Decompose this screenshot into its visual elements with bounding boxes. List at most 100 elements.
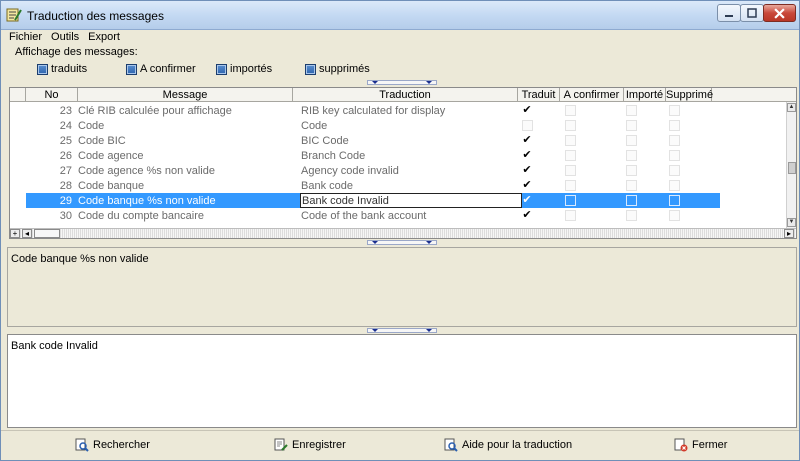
importe-checkbox[interactable]	[626, 150, 637, 161]
search-button-label: Rechercher	[93, 439, 150, 451]
a-confirmer-checkbox[interactable]	[565, 210, 576, 221]
row-number: 28	[59, 180, 72, 192]
table-row[interactable]: 23 Clé RIB calculée pour affichage RIB key…	[26, 103, 720, 118]
translation-text-panel[interactable]: Bank code Invalid	[7, 334, 797, 428]
column-header-message[interactable]: Message	[78, 88, 293, 102]
save-button[interactable]: Enregistrer	[274, 438, 346, 452]
scroll-left-button[interactable]: ◂	[22, 229, 32, 238]
menu-export[interactable]: Export	[83, 30, 124, 44]
a-confirmer-checkbox[interactable]	[565, 195, 576, 206]
importe-checkbox[interactable]	[626, 195, 637, 206]
row-translation: Code	[301, 120, 328, 132]
title-bar[interactable]: Traduction des messages	[1, 1, 799, 30]
a-confirmer-checkbox[interactable]	[565, 120, 576, 131]
close-button[interactable]: Fermer	[674, 438, 727, 452]
traduit-check-icon[interactable]: ✔	[521, 164, 533, 176]
traduit-check-icon[interactable]: ✔	[521, 134, 533, 146]
supprime-checkbox[interactable]	[669, 150, 680, 161]
importe-checkbox[interactable]	[626, 135, 637, 146]
grid-vertical-scrollbar[interactable]: ▲ ▼	[786, 102, 796, 228]
translation-help-button[interactable]: Aide pour la traduction	[444, 438, 572, 452]
row-number: 30	[59, 210, 72, 222]
minimize-button[interactable]	[717, 4, 741, 22]
menu-bar: Fichier Outils Export	[1, 30, 799, 44]
translation-text[interactable]: Bank code Invalid	[11, 340, 98, 352]
supprime-checkbox[interactable]	[669, 210, 680, 221]
importe-checkbox[interactable]	[626, 210, 637, 221]
grid-header: No Message Traduction Traduit A confirme…	[10, 88, 796, 102]
row-message: Code du compte bancaire	[78, 210, 204, 222]
filter-importes[interactable]: importés	[216, 63, 272, 75]
importe-checkbox[interactable]	[626, 165, 637, 176]
menu-outils[interactable]: Outils	[46, 30, 83, 44]
hscroll-thumb[interactable]	[34, 229, 60, 238]
a-confirmer-checkbox[interactable]	[565, 165, 576, 176]
traduit-checkbox[interactable]	[522, 120, 533, 131]
traduit-check-icon[interactable]: ✔	[521, 194, 533, 206]
filter-a-confirmer-checkbox[interactable]	[126, 63, 137, 75]
a-confirmer-checkbox[interactable]	[565, 150, 576, 161]
row-translation: BIC Code	[301, 135, 349, 147]
table-row[interactable]: 29 Code banque %s non valide Bank code Inv…	[26, 193, 720, 208]
table-row[interactable]: 24 Code Code	[26, 118, 720, 133]
save-button-label: Enregistrer	[292, 439, 346, 451]
splitter-grip-top[interactable]	[367, 80, 437, 85]
grid-horizontal-scrollbar[interactable]: + ◂ ▸	[10, 228, 796, 238]
splitter-grip-bottom[interactable]	[367, 328, 437, 333]
filter-importes-label: importés	[230, 63, 273, 75]
column-header-traduit[interactable]: Traduit	[518, 88, 560, 102]
row-translation: Code of the bank account	[301, 210, 427, 222]
a-confirmer-checkbox[interactable]	[565, 105, 576, 116]
table-row[interactable]: 30 Code du compte bancaire Code of the ban…	[26, 208, 720, 223]
supprime-checkbox[interactable]	[669, 105, 680, 116]
scroll-thumb[interactable]	[788, 162, 796, 174]
traduit-check-icon[interactable]: ✔	[521, 149, 533, 161]
source-text-panel: Code banque %s non valide	[7, 247, 797, 327]
close-window-button[interactable]	[763, 4, 796, 22]
a-confirmer-checkbox[interactable]	[565, 180, 576, 191]
scroll-right-button[interactable]: ▸	[784, 229, 794, 238]
a-confirmer-checkbox[interactable]	[565, 135, 576, 146]
menu-fichier[interactable]: Fichier	[1, 30, 46, 44]
column-header-no[interactable]: No	[26, 88, 78, 102]
expand-button[interactable]: +	[10, 229, 20, 238]
row-message: Code agence %s non valide	[78, 165, 215, 177]
table-row[interactable]: 28 Code banque Bank code ✔	[26, 178, 720, 193]
search-button[interactable]: Rechercher	[75, 438, 150, 452]
supprime-checkbox[interactable]	[669, 180, 680, 191]
table-row[interactable]: 25 Code BIC BIC Code ✔	[26, 133, 720, 148]
column-header-traduction[interactable]: Traduction	[293, 88, 518, 102]
messages-grid: No Message Traduction Traduit A confirme…	[9, 87, 797, 239]
column-header-a-confirmer[interactable]: A confirmer	[560, 88, 624, 102]
splitter-grip-middle[interactable]	[367, 240, 437, 245]
supprime-checkbox[interactable]	[669, 195, 680, 206]
scroll-up-button[interactable]: ▲	[787, 103, 796, 112]
filter-supprimes-checkbox[interactable]	[305, 63, 316, 75]
translation-cell-editor[interactable]: Bank code Invalid	[300, 193, 522, 208]
importe-checkbox[interactable]	[626, 180, 637, 191]
maximize-button[interactable]	[740, 4, 764, 22]
filter-traduits-checkbox[interactable]	[37, 63, 48, 75]
filter-importes-checkbox[interactable]	[216, 63, 227, 75]
scroll-down-button[interactable]: ▼	[787, 218, 796, 227]
importe-checkbox[interactable]	[626, 120, 637, 131]
importe-checkbox[interactable]	[626, 105, 637, 116]
filter-a-confirmer[interactable]: A confirmer	[126, 63, 196, 75]
row-number: 23	[59, 105, 72, 117]
display-filter-label: Affichage des messages:	[15, 46, 138, 58]
traduit-check-icon[interactable]: ✔	[521, 209, 533, 221]
supprime-checkbox[interactable]	[669, 165, 680, 176]
table-row[interactable]: 26 Code agence Branch Code ✔	[26, 148, 720, 163]
supprime-checkbox[interactable]	[669, 135, 680, 146]
traduit-check-icon[interactable]: ✔	[521, 179, 533, 191]
row-selector-header	[10, 88, 26, 102]
column-header-importe[interactable]: Importé	[624, 88, 666, 102]
row-message: Code banque %s non valide	[78, 195, 216, 207]
filter-traduits[interactable]: traduits	[37, 63, 87, 75]
supprime-checkbox[interactable]	[669, 120, 680, 131]
filter-supprimes[interactable]: supprimés	[305, 63, 370, 75]
save-icon	[274, 438, 288, 451]
traduit-check-icon[interactable]: ✔	[521, 104, 533, 116]
column-header-supprime[interactable]: Supprimé	[666, 88, 713, 102]
table-row[interactable]: 27 Code agence %s non valide Agency code i…	[26, 163, 720, 178]
